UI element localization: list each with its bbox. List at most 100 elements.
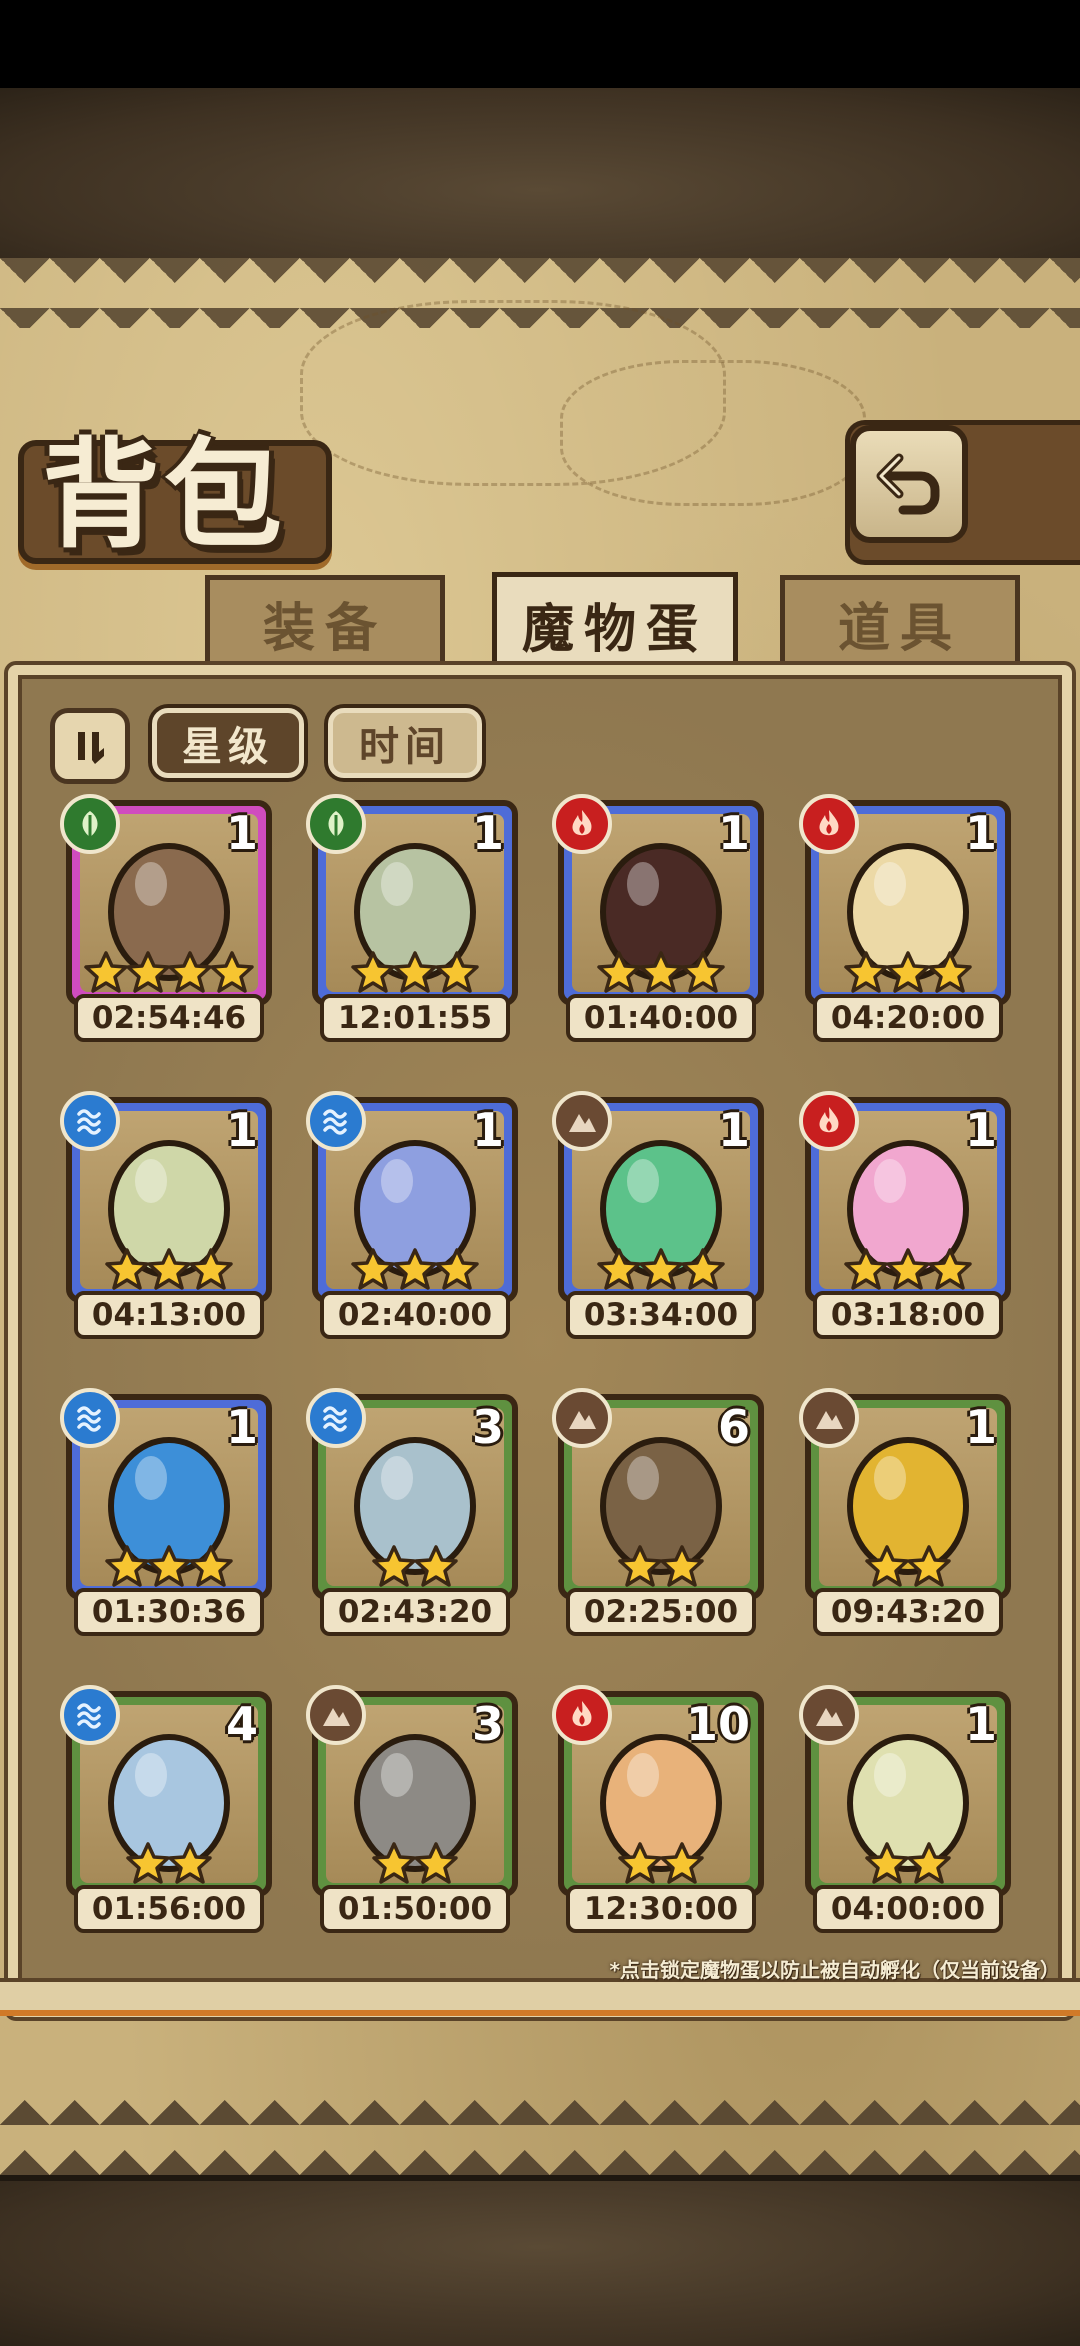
egg-quantity: 6 [717,1400,750,1454]
star-icon [126,1841,170,1891]
egg-quantity: 1 [964,1400,997,1454]
hatch-timer: 01:30:36 [74,1588,264,1636]
egg-quantity: 1 [471,806,504,860]
star-rating [66,1841,272,1891]
star-icon [660,1841,704,1891]
star-icon [886,1247,930,1297]
hatch-timer: 02:43:20 [320,1588,510,1636]
star-icon [210,950,254,1000]
egg-card[interactable]: 1 01:40:00 [552,794,764,1048]
star-icon [189,1247,233,1297]
egg-card[interactable]: 1 04:00:00 [799,1685,1011,1939]
fire-element-icon [552,1685,612,1745]
hatch-timer: 01:50:00 [320,1885,510,1933]
zigzag-border-bottom [0,2090,1080,2175]
hatch-timer: 01:56:00 [74,1885,264,1933]
egg-card[interactable]: 1 03:34:00 [552,1091,764,1345]
leaf-element-icon [60,794,120,854]
fire-element-icon [552,794,612,854]
egg-card[interactable]: 1 09:43:20 [799,1388,1011,1642]
egg-card[interactable]: 10 12:30:00 [552,1685,764,1939]
tab-equipment[interactable]: 装备 [205,575,445,667]
earth-element-icon [552,1388,612,1448]
hatch-timer: 03:34:00 [566,1291,756,1339]
egg-card[interactable]: 1 12:01:55 [306,794,518,1048]
star-icon [147,1247,191,1297]
egg-card[interactable]: 3 01:50:00 [306,1685,518,1939]
star-rating [558,950,764,1000]
star-icon [597,1247,641,1297]
egg-quantity: 4 [225,1697,258,1751]
star-icon [126,950,170,1000]
star-icon [435,950,479,1000]
hatch-timer: 01:40:00 [566,994,756,1042]
star-icon [435,1247,479,1297]
water-element-icon [60,1388,120,1448]
star-icon [618,1841,662,1891]
star-rating [66,1544,272,1594]
earth-element-icon [799,1685,859,1745]
tab-items-label: 道具 [837,598,962,659]
star-icon [639,1247,683,1297]
tab-monster-eggs-label: 魔物蛋 [521,599,708,660]
hatch-timer: 12:01:55 [320,994,510,1042]
star-icon [372,1544,416,1594]
map-decoration [560,360,866,506]
back-arrow-icon [876,453,940,515]
star-icon [168,1841,212,1891]
star-icon [907,1841,951,1891]
star-icon [351,950,395,1000]
egg-card[interactable]: 3 02:43:20 [306,1388,518,1642]
egg-quantity: 1 [964,1103,997,1157]
star-rating [66,1247,272,1297]
star-icon [928,1247,972,1297]
star-rating [558,1247,764,1297]
bottom-map-band [0,2175,1080,2346]
egg-card[interactable]: 1 04:13:00 [60,1091,272,1345]
star-rating [312,1247,518,1297]
sort-by-stars-button[interactable]: 星级 [152,708,304,778]
star-icon [147,1544,191,1594]
tab-items[interactable]: 道具 [780,575,1020,667]
sort-by-time-button[interactable]: 时间 [328,708,482,778]
tab-monster-eggs[interactable]: 魔物蛋 [492,572,738,672]
star-icon [618,1544,662,1594]
egg-card[interactable]: 1 04:20:00 [799,794,1011,1048]
egg-quantity: 1 [225,1103,258,1157]
egg-quantity: 3 [471,1697,504,1751]
hatch-timer: 04:13:00 [74,1291,264,1339]
tab-equipment-label: 装备 [262,598,387,659]
star-icon [907,1544,951,1594]
back-button[interactable] [850,425,968,543]
star-icon [189,1544,233,1594]
water-element-icon [306,1091,366,1151]
egg-card[interactable]: 1 02:54:46 [60,794,272,1048]
star-icon [393,950,437,1000]
leaf-element-icon [306,794,366,854]
egg-card[interactable]: 6 02:25:00 [552,1388,764,1642]
egg-quantity: 1 [471,1103,504,1157]
star-rating [805,950,1011,1000]
star-icon [865,1841,909,1891]
sort-toggle-icon [78,732,104,764]
egg-card[interactable]: 1 02:40:00 [306,1091,518,1345]
sort-order-toggle[interactable] [50,708,130,784]
star-icon [928,950,972,1000]
water-element-icon [60,1091,120,1151]
star-icon [351,1247,395,1297]
hatch-timer: 02:40:00 [320,1291,510,1339]
egg-card[interactable]: 1 01:30:36 [60,1388,272,1642]
egg-card[interactable]: 4 01:56:00 [60,1685,272,1939]
star-rating [558,1544,764,1594]
egg-card[interactable]: 1 03:18:00 [799,1091,1011,1345]
star-rating [312,1841,518,1891]
star-icon [886,950,930,1000]
star-icon [84,950,128,1000]
egg-quantity: 1 [225,1400,258,1454]
star-icon [372,1841,416,1891]
star-icon [681,1247,725,1297]
water-element-icon [306,1388,366,1448]
star-rating [805,1841,1011,1891]
egg-quantity: 1 [717,806,750,860]
star-icon [105,1247,149,1297]
